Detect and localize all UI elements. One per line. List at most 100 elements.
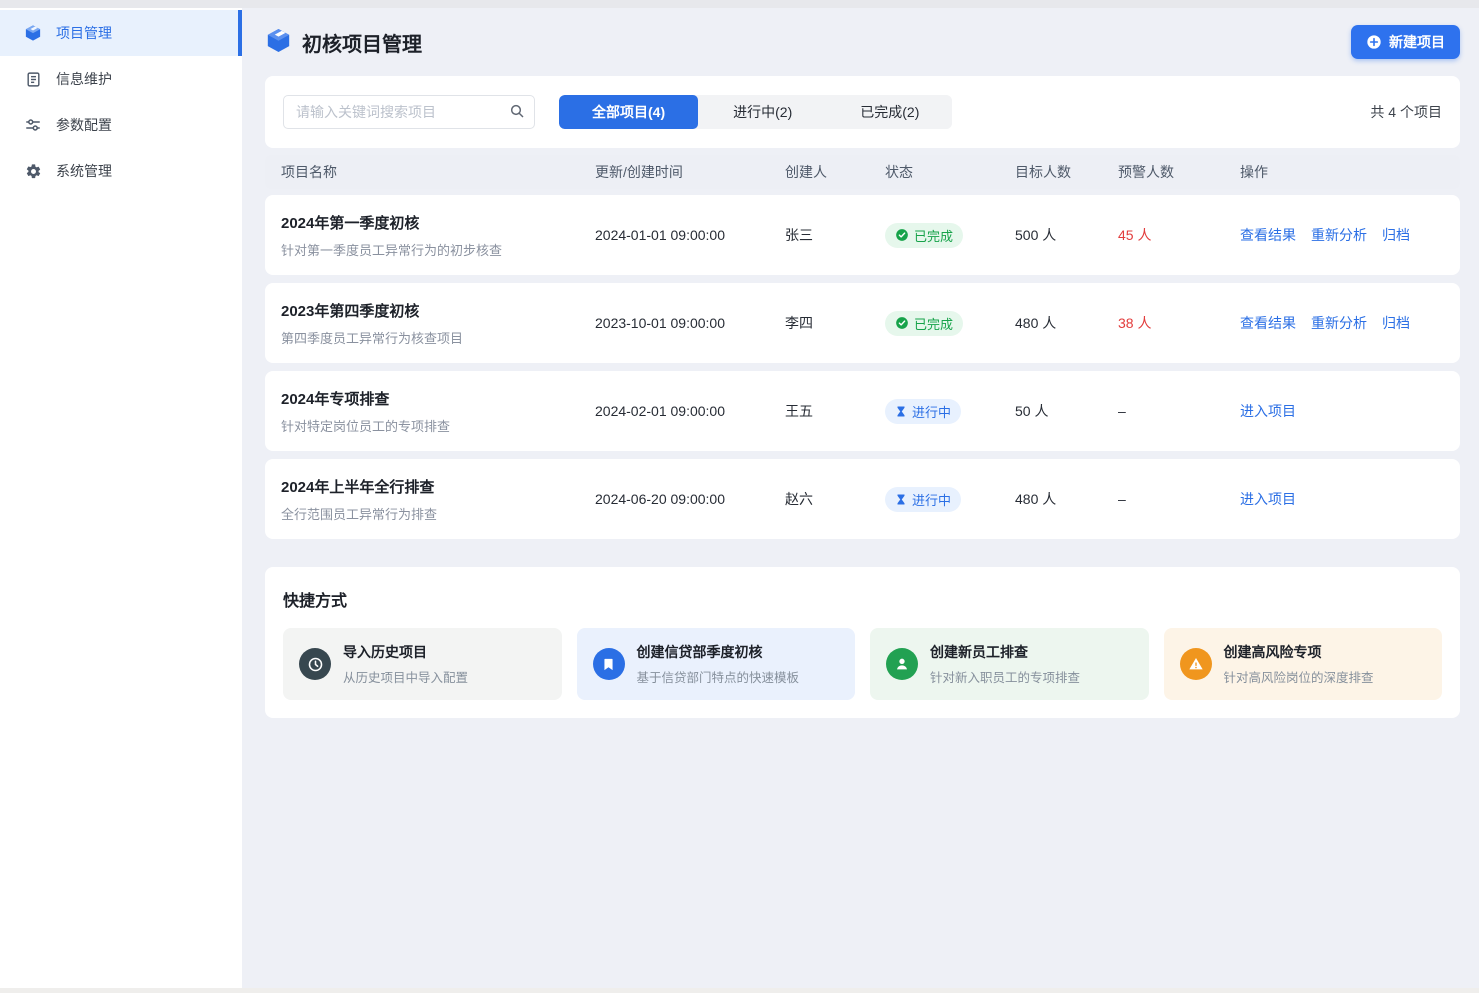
project-creator: 赵六 — [785, 489, 885, 509]
table-row: 2024年专项排查 针对特定岗位员工的专项排查 2024-02-01 09:00… — [265, 371, 1460, 451]
clock-icon — [299, 648, 331, 680]
tab-completed[interactable]: 已完成(2) — [827, 95, 952, 129]
document-icon — [24, 70, 42, 88]
sidebar: 项目管理 信息维护 参数配置 系统管理 — [0, 0, 242, 993]
shortcut-import-history-project[interactable]: 导入历史项目 从历史项目中导入配置 — [283, 628, 562, 700]
sidebar-item-label: 信息维护 — [56, 69, 112, 89]
target-count: 480 人 — [1015, 313, 1118, 333]
window-bottom-edge — [0, 988, 1479, 993]
status-badge: 进行中 — [885, 487, 961, 512]
table-row: 2024年第一季度初核 针对第一季度员工异常行为的初步核查 2024-01-01… — [265, 195, 1460, 275]
view-results-link[interactable]: 查看结果 — [1240, 313, 1296, 333]
project-time: 2024-01-01 09:00:00 — [595, 227, 785, 243]
enter-project-link[interactable]: 进入项目 — [1240, 489, 1296, 509]
project-name: 2024年第一季度初核 — [281, 212, 595, 233]
shortcut-create-high-risk-special[interactable]: 创建高风险专项 针对高风险岗位的深度排查 — [1164, 628, 1443, 700]
check-circle-icon — [895, 316, 909, 330]
check-circle-icon — [895, 228, 909, 242]
column-header-actions: 操作 — [1240, 162, 1460, 182]
status-label: 进行中 — [912, 402, 951, 421]
window-top-edge — [0, 0, 1479, 8]
shortcut-title: 导入历史项目 — [343, 642, 468, 662]
target-count: 500 人 — [1015, 225, 1118, 245]
column-header-warning: 预警人数 — [1118, 162, 1240, 182]
warning-count: 38 人 — [1118, 313, 1240, 333]
shortcut-subtitle: 针对高风险岗位的深度排查 — [1224, 667, 1374, 686]
project-time: 2024-06-20 09:00:00 — [595, 491, 785, 507]
shortcuts-panel: 快捷方式 导入历史项目 从历史项目中导入配置 创建信贷部季度初核 基于信贷部门特… — [265, 567, 1460, 718]
search-icon[interactable] — [509, 103, 525, 122]
view-results-link[interactable]: 查看结果 — [1240, 225, 1296, 245]
tab-all-projects[interactable]: 全部项目(4) — [559, 95, 698, 129]
main-content: 初核项目管理 新建项目 全部项目(4) 进行中(2) 已完成(2) 共 4 个项… — [242, 8, 1479, 993]
shortcut-title: 创建新员工排查 — [930, 642, 1080, 662]
table-header: 项目名称 更新/创建时间 创建人 状态 目标人数 预警人数 操作 — [265, 155, 1460, 189]
shortcut-subtitle: 针对新入职员工的专项排查 — [930, 667, 1080, 686]
hourglass-icon — [895, 493, 907, 506]
target-count: 50 人 — [1015, 401, 1118, 421]
project-creator: 王五 — [785, 401, 885, 421]
table-row: 2024年上半年全行排查 全行范围员工异常行为排查 2024-06-20 09:… — [265, 459, 1460, 539]
project-time: 2023-10-01 09:00:00 — [595, 315, 785, 331]
table-row: 2023年第四季度初核 第四季度员工异常行为核查项目 2023-10-01 09… — [265, 283, 1460, 363]
archive-link[interactable]: 归档 — [1382, 313, 1410, 333]
bookmark-icon — [593, 648, 625, 680]
project-name: 2023年第四季度初核 — [281, 300, 595, 321]
hourglass-icon — [895, 405, 907, 418]
column-header-creator: 创建人 — [785, 162, 885, 182]
cube-icon — [24, 24, 42, 42]
new-project-button-label: 新建项目 — [1389, 32, 1445, 52]
target-count: 480 人 — [1015, 489, 1118, 509]
project-time: 2024-02-01 09:00:00 — [595, 403, 785, 419]
search-box — [283, 95, 535, 129]
column-header-time: 更新/创建时间 — [595, 162, 785, 182]
user-icon — [886, 648, 918, 680]
project-description: 第四季度员工异常行为核查项目 — [281, 328, 595, 347]
status-label: 进行中 — [912, 490, 951, 509]
project-filter-tabs: 全部项目(4) 进行中(2) 已完成(2) — [559, 95, 952, 129]
shortcut-title: 创建信贷部季度初核 — [637, 642, 800, 662]
warning-icon — [1180, 648, 1212, 680]
page-header: 初核项目管理 新建项目 — [265, 8, 1460, 76]
column-header-target: 目标人数 — [1015, 162, 1118, 182]
cube-icon — [265, 27, 292, 57]
status-badge: 已完成 — [885, 223, 963, 248]
status-label: 已完成 — [914, 226, 953, 245]
gear-icon — [24, 162, 42, 180]
warning-count: – — [1118, 403, 1240, 419]
warning-count: – — [1118, 491, 1240, 507]
shortcuts-title: 快捷方式 — [283, 587, 1442, 611]
search-input[interactable] — [283, 95, 535, 129]
sidebar-item-project-management[interactable]: 项目管理 — [0, 10, 242, 56]
reanalyze-link[interactable]: 重新分析 — [1311, 225, 1367, 245]
plus-circle-icon — [1366, 34, 1382, 50]
project-name: 2024年上半年全行排查 — [281, 476, 595, 497]
reanalyze-link[interactable]: 重新分析 — [1311, 313, 1367, 333]
status-badge: 进行中 — [885, 399, 961, 424]
sidebar-item-parameter-config[interactable]: 参数配置 — [0, 102, 242, 148]
new-project-button[interactable]: 新建项目 — [1351, 25, 1460, 59]
project-description: 针对特定岗位员工的专项排查 — [281, 416, 595, 435]
status-label: 已完成 — [914, 314, 953, 333]
sidebar-item-system-management[interactable]: 系统管理 — [0, 148, 242, 194]
status-badge: 已完成 — [885, 311, 963, 336]
warning-count: 45 人 — [1118, 225, 1240, 245]
project-description: 针对第一季度员工异常行为的初步核查 — [281, 240, 595, 259]
page-title: 初核项目管理 — [302, 28, 422, 57]
project-creator: 张三 — [785, 225, 885, 245]
project-name: 2024年专项排查 — [281, 388, 595, 409]
tab-in-progress[interactable]: 进行中(2) — [700, 95, 825, 129]
project-creator: 李四 — [785, 313, 885, 333]
sidebar-item-label: 参数配置 — [56, 115, 112, 135]
sidebar-item-label: 系统管理 — [56, 161, 112, 181]
sidebar-item-info-maintenance[interactable]: 信息维护 — [0, 56, 242, 102]
shortcut-create-credit-dept-review[interactable]: 创建信贷部季度初核 基于信贷部门特点的快速模板 — [577, 628, 856, 700]
sliders-icon — [24, 116, 42, 134]
toolbar-panel: 全部项目(4) 进行中(2) 已完成(2) 共 4 个项目 — [265, 76, 1460, 148]
archive-link[interactable]: 归档 — [1382, 225, 1410, 245]
enter-project-link[interactable]: 进入项目 — [1240, 401, 1296, 421]
shortcut-subtitle: 基于信贷部门特点的快速模板 — [637, 667, 800, 686]
shortcut-subtitle: 从历史项目中导入配置 — [343, 667, 468, 686]
shortcut-create-new-employee-screening[interactable]: 创建新员工排查 针对新入职员工的专项排查 — [870, 628, 1149, 700]
project-count: 共 4 个项目 — [1370, 102, 1442, 122]
